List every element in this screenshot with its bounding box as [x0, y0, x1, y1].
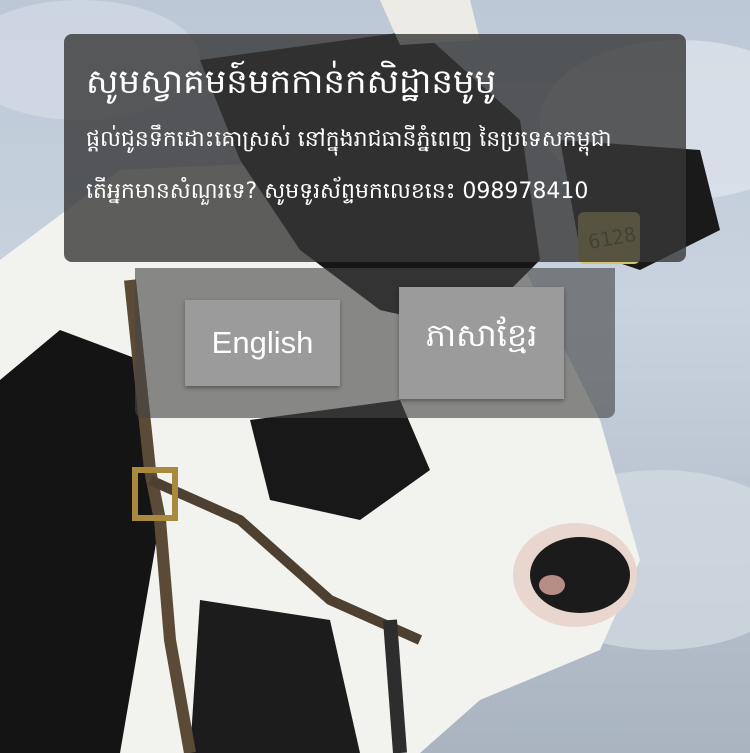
contact-info: តើអ្នកមានសំណួរទេ? សូមទូរស័ព្ទមកលេខនេះ 09…: [86, 179, 589, 204]
page-title: សូមស្វាគមន៍មកកាន់កសិដ្ឋានមូមូ: [86, 62, 497, 102]
service-description: ផ្តល់ជូនទឹកដោះគោស្រស់ នៅក្នុងរាជធានីភ្នំ…: [86, 127, 612, 152]
welcome-panel: សូមស្វាគមន៍មកកាន់កសិដ្ឋានមូមូ ផ្តល់ជូនទឹ…: [64, 34, 686, 262]
khmer-language-button[interactable]: ភាសាខ្មែរ: [399, 287, 564, 399]
english-language-button[interactable]: English: [185, 300, 340, 386]
